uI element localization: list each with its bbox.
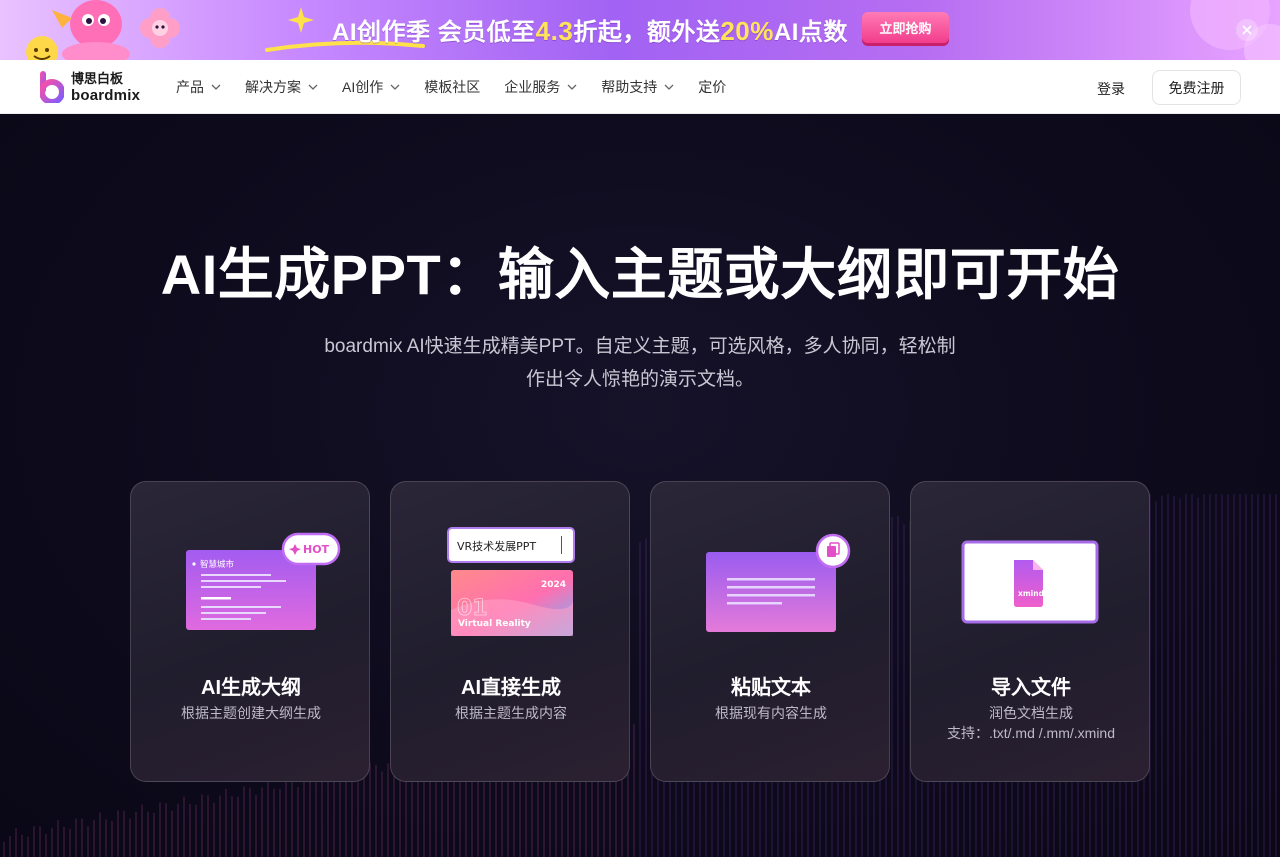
promo-banner: AI创作季 会员低至4.3折起，额外送20%AI点数 立即抢购 <box>0 0 1280 60</box>
card-ai-direct[interactable]: VR技术发展PPT 2024 01 Virtual Reality AI直接生成… <box>390 481 630 782</box>
buy-now-button[interactable]: 立即抢购 <box>862 12 949 43</box>
nav-item-templates[interactable]: 模板社区 <box>424 77 480 97</box>
page-title: AI生成PPT：输入主题或大纲即可开始 <box>160 243 1120 306</box>
nav-item-solutions[interactable]: 解决方案 <box>245 77 318 97</box>
chevron-down-icon <box>390 84 400 90</box>
card-description: 根据主题创建大纲生成 <box>181 705 321 721</box>
chevron-down-icon <box>211 84 221 90</box>
hero-section: AI生成PPT：输入主题或大纲即可开始 boardmix AI快速生成精美PPT… <box>0 114 1280 857</box>
boardmix-logo-icon <box>40 71 64 103</box>
nav-item-pricing[interactable]: 定价 <box>698 77 726 97</box>
card-title: 粘贴文本 <box>731 677 811 699</box>
card-import-file[interactable]: xmind 导入文件 润色文档生成 支持：.txt/.md /.mm/.xmind <box>910 481 1150 782</box>
sparkle-star-icon <box>288 7 314 33</box>
svg-text:Virtual Reality: Virtual Reality <box>458 619 531 629</box>
signup-button[interactable]: 免费注册 <box>1152 70 1241 105</box>
logo[interactable]: 博思白板 boardmix <box>40 71 140 103</box>
promo-mascot-illustration <box>26 0 180 60</box>
card-title: 导入文件 <box>991 677 1071 699</box>
page-subtitle: boardmix AI快速生成精美PPT。自定义主题，可选风格，多人协同，轻松制… <box>324 336 956 390</box>
outline-slide-illustration: 智慧城市 HOT <box>186 532 341 630</box>
nav-menu: 产品 解决方案 AI创作 模板社区 企业服务 帮助支持 定价 <box>176 60 750 114</box>
nav-item-help[interactable]: 帮助支持 <box>601 77 674 97</box>
top-navbar: 博思白板 boardmix 产品 解决方案 AI创作 模板社区 企业服务 帮助支… <box>0 60 1280 114</box>
svg-text:VR技术发展PPT: VR技术发展PPT <box>457 539 536 553</box>
card-title: AI直接生成 <box>461 677 561 699</box>
chevron-down-icon <box>567 84 577 90</box>
nav-item-products[interactable]: 产品 <box>176 77 221 97</box>
chevron-down-icon <box>308 84 318 90</box>
svg-text:智慧城市: 智慧城市 <box>200 559 235 570</box>
card-description: 润色文档生成 支持：.txt/.md /.mm/.xmind <box>946 705 1115 741</box>
svg-text:HOT: HOT <box>303 543 330 556</box>
svg-text:01: 01 <box>457 596 488 621</box>
nav-item-enterprise[interactable]: 企业服务 <box>504 77 577 97</box>
promo-headline: AI创作季 会员低至4.3折起，额外送20%AI点数 <box>332 16 848 46</box>
nav-item-ai-creation[interactable]: AI创作 <box>342 77 400 97</box>
logo-text-en: boardmix <box>71 86 141 104</box>
card-description: 根据主题生成内容 <box>455 705 567 721</box>
card-ai-outline[interactable]: 智慧城市 HOT AI生成大纲 根据主题创建大纲生成 <box>130 481 370 782</box>
card-paste-text[interactable]: 粘贴文本 根据现有内容生成 <box>650 481 890 782</box>
paste-text-illustration <box>706 533 851 632</box>
generation-options: 智慧城市 HOT AI生成大纲 根据主题创建大纲生成 VR技术发展PPT 202… <box>130 481 1150 782</box>
svg-text:2024: 2024 <box>541 580 566 590</box>
logo-text-cn: 博思白板 <box>71 70 124 86</box>
direct-generate-illustration: VR技术发展PPT 2024 01 Virtual Reality <box>447 527 575 636</box>
chevron-down-icon <box>664 84 674 90</box>
login-link[interactable]: 登录 <box>1097 79 1125 99</box>
card-description: 根据现有内容生成 <box>715 705 827 721</box>
close-icon[interactable] <box>1236 19 1258 41</box>
import-file-illustration: xmind <box>961 540 1099 624</box>
card-title: AI生成大纲 <box>201 677 301 699</box>
svg-text:xmind: xmind <box>1018 589 1044 598</box>
